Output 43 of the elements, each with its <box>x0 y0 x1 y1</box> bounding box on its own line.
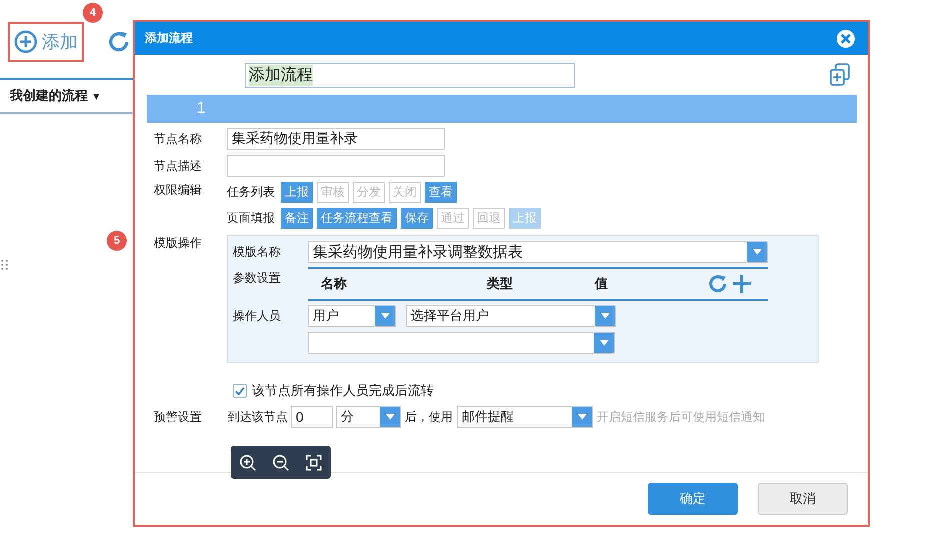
field-label: 权限编辑 <box>153 182 203 199</box>
permission-tag[interactable]: 备注 <box>281 208 313 229</box>
operator-user-select[interactable]: 选择平台用户 <box>406 305 616 327</box>
confirm-button[interactable]: 确定 <box>648 483 738 515</box>
dialog-title: 添加流程 <box>145 30 193 47</box>
column-header: 名称 <box>321 275 347 293</box>
permission-tag[interactable]: 查看 <box>425 182 457 203</box>
operator-type-select[interactable]: 用户 <box>308 305 396 327</box>
group-label: 任务列表 <box>227 184 275 201</box>
notification-select[interactable]: 邮件提醒 <box>457 406 593 428</box>
column-header: 值 <box>595 275 608 293</box>
group-label: 页面填报 <box>227 210 275 227</box>
field-label: 节点描述 <box>153 158 203 174</box>
amount-field[interactable]: 0 <box>291 406 333 428</box>
permission-tag[interactable]: 任务流程查看 <box>317 208 397 229</box>
flow-name-field[interactable]: 添加流程 <box>245 62 575 88</box>
step-badge: 4 <box>83 3 103 23</box>
checkbox-label: 该节点所有操作人员完成后流转 <box>252 382 434 400</box>
permission-tag[interactable]: 通过 <box>437 208 469 229</box>
add-button[interactable]: 添加 <box>8 22 84 62</box>
step-number: 1 <box>197 100 206 118</box>
hint-text: 开启短信服务后可使用短信通知 <box>597 408 765 426</box>
node-name-field[interactable]: 集采药物使用量补录 <box>227 128 445 150</box>
field-label: 模版操作 <box>153 235 203 252</box>
warning-text: 到达该节点 <box>228 408 288 426</box>
field-label: 节点名称 <box>153 130 203 148</box>
permission-tag[interactable]: 回退 <box>473 208 505 229</box>
field-label: 模版名称 <box>233 244 282 261</box>
step-badge: 5 <box>107 231 127 251</box>
cancel-button[interactable]: 取消 <box>758 483 848 515</box>
field-label: 预警设置 <box>153 408 203 426</box>
field-label: 参数设置 <box>233 270 282 287</box>
permission-tag[interactable]: 分发 <box>353 182 385 203</box>
list-tab[interactable]: 我创建的流程 ▼ <box>10 87 102 105</box>
permission-tag[interactable]: 关闭 <box>389 182 421 203</box>
permission-tag[interactable]: 审核 <box>317 182 349 203</box>
column-header: 类型 <box>487 275 513 293</box>
template-select[interactable]: 集采药物使用量补录调整数据表 <box>308 241 768 263</box>
warning-text: 后，使用 <box>405 408 453 426</box>
field-label: 操作人员 <box>233 308 282 325</box>
permission-tag[interactable]: 保存 <box>401 208 433 229</box>
unit-select[interactable]: 分 <box>336 406 401 428</box>
permission-tag[interactable]: 上报 <box>281 182 313 203</box>
